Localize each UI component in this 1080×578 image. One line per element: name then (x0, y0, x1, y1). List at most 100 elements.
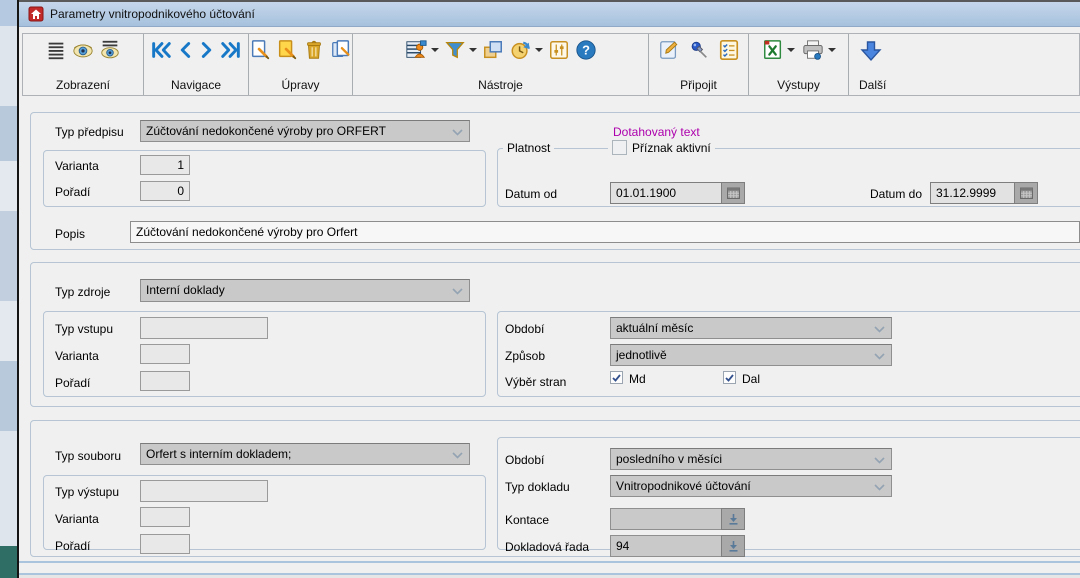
poradi3-field[interactable] (140, 534, 190, 554)
datum-od-input[interactable]: 01.01.1900 (610, 182, 745, 204)
dokladova-rada-input[interactable]: 94 (610, 535, 745, 557)
obdobi2-label: Období (505, 453, 544, 467)
dropdown-caret (828, 48, 836, 56)
chevron-down-icon (874, 457, 885, 464)
eye-rows-icon[interactable] (99, 39, 121, 61)
list-rows-icon[interactable] (45, 39, 67, 61)
copy-record-icon[interactable] (330, 39, 352, 61)
dal-label: Dal (742, 372, 760, 386)
lookup-button[interactable] (721, 535, 745, 557)
history-icon[interactable] (509, 39, 543, 61)
obdobi-select[interactable]: aktuální měsíc (610, 317, 892, 339)
calendar-button[interactable] (721, 182, 745, 204)
window-title: Parametry vnitropodnikového účtování (50, 7, 255, 21)
background-window-edge (0, 301, 17, 361)
background-window-edge (0, 546, 17, 578)
arrow-down-to-bar-icon (728, 540, 739, 552)
typ-vstupu-label: Typ vstupu (55, 322, 113, 336)
toolbar-group-upravy: Úpravy (249, 34, 353, 95)
varianta3-field[interactable] (140, 507, 190, 527)
obdobi-label: Období (505, 322, 544, 336)
typ-predpisu-select[interactable]: Zúčtování nedokončené výroby pro ORFERT (140, 120, 470, 142)
window-titlebar[interactable]: Parametry vnitropodnikového účtování (19, 2, 1080, 27)
background-window-edge (0, 0, 17, 26)
zpusob-value: jednotlivě (611, 345, 891, 365)
toolbar: Zobrazení Navigace (22, 33, 1080, 96)
chevron-down-icon (874, 484, 885, 491)
datum-do-label: Datum do (870, 187, 922, 201)
panel-bottom-border (19, 561, 1080, 563)
pin-icon[interactable] (688, 39, 710, 61)
grid-settings-icon[interactable] (404, 39, 439, 61)
chevron-down-icon (452, 452, 463, 459)
typ-vstupu-field[interactable] (140, 317, 268, 339)
md-checkbox[interactable] (610, 371, 623, 384)
kontace-input[interactable] (610, 508, 745, 530)
chevron-down-icon (874, 353, 885, 360)
svg-text:?: ? (582, 43, 590, 58)
dal-checkbox[interactable] (723, 371, 736, 384)
kontace-value (610, 508, 721, 530)
previous-record-icon[interactable] (175, 39, 195, 61)
typ-souboru-label: Typ souboru (55, 449, 121, 463)
poradi3-label: Pořadí (55, 539, 90, 553)
typ-souboru-value: Orfert s interním dokladem; (141, 444, 469, 464)
typ-predpisu-value: Zúčtování nedokončené výroby pro ORFERT (141, 121, 469, 141)
home-icon (28, 6, 44, 22)
toolbar-group-label: Nástroje (353, 78, 648, 92)
toolbar-group-nastroje: ? Nástroje (353, 34, 649, 95)
typ-vystupu-label: Typ výstupu (55, 485, 119, 499)
toolbar-group-label: Úpravy (249, 78, 352, 92)
varianta-field[interactable]: 1 (140, 155, 190, 175)
zpusob-select[interactable]: jednotlivě (610, 344, 892, 366)
background-window-edge (0, 431, 17, 546)
dropdown-caret (431, 48, 439, 56)
delete-record-icon[interactable] (303, 39, 325, 61)
toolbar-group-label: Další (859, 78, 886, 92)
toolbar-group-pripojit: Připojit (649, 34, 749, 95)
priznak-aktivni-checkbox[interactable] (612, 140, 627, 155)
print-icon[interactable] (801, 39, 836, 61)
chevron-down-icon (452, 288, 463, 295)
excel-export-icon[interactable] (762, 39, 795, 61)
popis-field[interactable]: Zúčtování nedokončené výroby pro Orfert (130, 221, 1080, 243)
datum-do-input[interactable]: 31.12.9999 (930, 182, 1038, 204)
next-record-icon[interactable] (197, 39, 217, 61)
typ-dokladu-select[interactable]: Vnitropodnikové účtování (610, 475, 892, 497)
varianta2-field[interactable] (140, 344, 190, 364)
typ-zdroje-select[interactable]: Interní doklady (140, 279, 470, 302)
arrow-down-to-bar-icon (728, 513, 739, 525)
calendar-icon (1020, 187, 1033, 199)
parameters-icon[interactable] (548, 39, 570, 61)
attachment-list-icon[interactable] (718, 39, 740, 61)
background-window-edge (0, 161, 17, 211)
edit-record-icon[interactable] (276, 39, 298, 61)
attach-note-icon[interactable] (658, 39, 680, 61)
datum-od-label: Datum od (505, 187, 557, 201)
filter-icon[interactable] (444, 39, 477, 61)
typ-dokladu-value: Vnitropodnikové účtování (611, 476, 891, 496)
typ-dokladu-label: Typ dokladu (505, 480, 570, 494)
new-record-icon[interactable] (249, 39, 271, 61)
more-down-icon[interactable] (859, 39, 883, 63)
toolbar-group-zobrazeni: Zobrazení (23, 34, 144, 95)
help-icon[interactable]: ? (575, 39, 597, 61)
typ-predpisu-label: Typ předpisu (55, 125, 124, 139)
first-record-icon[interactable] (149, 39, 173, 61)
poradi2-field[interactable] (140, 371, 190, 391)
last-record-icon[interactable] (219, 39, 243, 61)
dropdown-caret (787, 48, 795, 56)
duplicate-icon[interactable] (482, 39, 504, 61)
eye-icon[interactable] (72, 39, 94, 61)
lookup-button[interactable] (721, 508, 745, 530)
calendar-icon (727, 187, 740, 199)
typ-zdroje-label: Typ zdroje (55, 285, 110, 299)
datum-do-value: 31.12.9999 (930, 182, 1014, 204)
typ-vystupu-field[interactable] (140, 480, 268, 502)
app-window: { "window": { "title": "Parametry vnitro… (0, 0, 1080, 578)
calendar-button[interactable] (1014, 182, 1038, 204)
obdobi2-select[interactable]: posledního v měsíci (610, 448, 892, 470)
poradi-field[interactable]: 0 (140, 181, 190, 201)
toolbar-group-label: Výstupy (749, 78, 848, 92)
typ-souboru-select[interactable]: Orfert s interním dokladem; (140, 443, 470, 465)
